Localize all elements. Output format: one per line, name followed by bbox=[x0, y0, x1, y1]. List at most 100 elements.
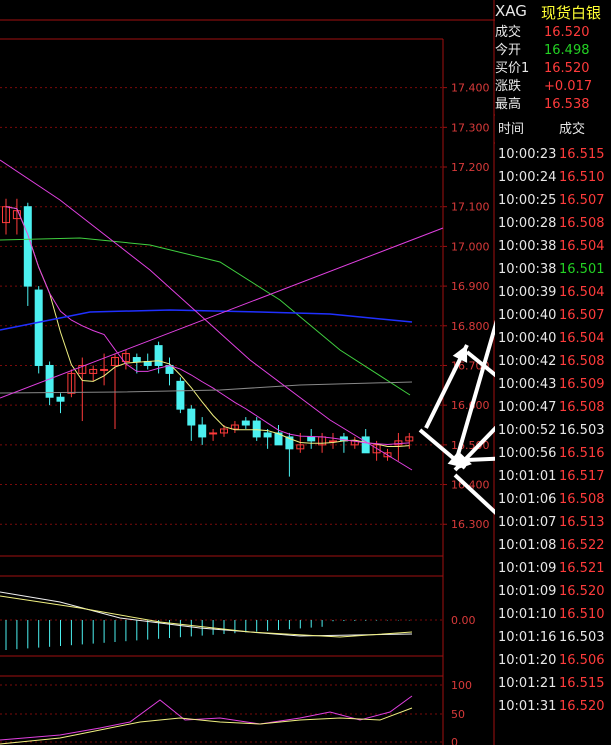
tick-row[interactable]: 10:01:09 16.521 bbox=[495, 557, 611, 580]
tick-time: 10:00:56 bbox=[498, 446, 557, 461]
quote-value: +0.017 bbox=[544, 79, 593, 94]
tick-price: 16.503 bbox=[559, 423, 605, 438]
tick-time: 10:01:09 bbox=[498, 561, 557, 576]
tick-time: 10:00:38 bbox=[498, 239, 557, 254]
tick-row[interactable]: 10:00:56 16.516 bbox=[495, 442, 611, 465]
tick-row[interactable]: 10:00:39 16.504 bbox=[495, 281, 611, 304]
tick-time: 10:00:23 bbox=[498, 147, 557, 162]
quote-row: 买价1 16.520 bbox=[495, 60, 611, 78]
tick-time: 10:00:25 bbox=[498, 193, 557, 208]
trend-up-line bbox=[0, 227, 444, 399]
candle-body bbox=[361, 436, 370, 454]
tick-price: 16.513 bbox=[559, 515, 605, 530]
tick-price: 16.504 bbox=[559, 239, 605, 254]
kline-chart: 17.400 17.300 17.200 17.100 17.000 16.900 16.8… bbox=[0, 0, 495, 745]
tick-row[interactable]: 10:01:21 16.515 bbox=[495, 672, 611, 695]
tick-row[interactable]: 10:00:38 16.504 bbox=[495, 235, 611, 258]
tick-price: 16.520 bbox=[559, 699, 605, 714]
tick-time: 10:00:28 bbox=[498, 216, 557, 231]
symbol-name: 现货白银 bbox=[541, 4, 602, 22]
tick-row[interactable]: 10:00:23 16.515 bbox=[495, 143, 611, 166]
rsi-tick-label: 50 bbox=[451, 708, 465, 721]
price-tick-label: 16.800 bbox=[451, 320, 490, 333]
quote-screen: { "header": {"symbol": "XAG", "name": "现… bbox=[0, 0, 611, 745]
candle-body bbox=[132, 357, 141, 363]
tick-row[interactable]: 10:01:01 16.517 bbox=[495, 465, 611, 488]
tick-time: 10:00:39 bbox=[498, 285, 557, 300]
tick-time: 10:00:52 bbox=[498, 423, 557, 438]
tick-time: 10:01:31 bbox=[498, 699, 557, 714]
candle-body bbox=[198, 424, 207, 438]
tick-time: 10:01:07 bbox=[498, 515, 557, 530]
tick-list[interactable]: 10:00:23 16.515 10:00:24 16.510 10:00:25 16.5… bbox=[495, 143, 611, 745]
quote-label: 成交 bbox=[495, 25, 522, 40]
tick-price: 16.515 bbox=[559, 147, 605, 162]
tick-row[interactable]: 10:01:08 16.522 bbox=[495, 534, 611, 557]
tick-price: 16.509 bbox=[559, 377, 605, 392]
quote-row: 涨跌 +0.017 bbox=[495, 78, 611, 96]
tick-time: 10:00:40 bbox=[498, 331, 557, 346]
tick-row[interactable]: 10:00:28 16.508 bbox=[495, 212, 611, 235]
tick-row[interactable]: 10:01:09 16.520 bbox=[495, 580, 611, 603]
candle-body bbox=[23, 206, 32, 287]
candle-body bbox=[187, 408, 196, 426]
tick-row[interactable]: 10:00:25 16.507 bbox=[495, 189, 611, 212]
tick-price: 16.517 bbox=[559, 469, 605, 484]
tick-row[interactable]: 10:00:40 16.504 bbox=[495, 327, 611, 350]
tick-row[interactable]: 10:00:24 16.510 bbox=[495, 166, 611, 189]
tick-price: 16.501 bbox=[559, 262, 605, 277]
tick-price: 16.520 bbox=[559, 584, 605, 599]
tick-time: 10:01:21 bbox=[498, 676, 557, 691]
tick-price: 16.508 bbox=[559, 492, 605, 507]
ticks-header: 时间 成交 bbox=[495, 115, 611, 145]
tick-row[interactable]: 10:01:16 16.503 bbox=[495, 626, 611, 649]
tick-time: 10:01:20 bbox=[498, 653, 557, 668]
candle-body bbox=[252, 420, 261, 438]
tick-time: 10:00:24 bbox=[498, 170, 557, 185]
candle-body bbox=[263, 432, 272, 438]
tick-price: 16.506 bbox=[559, 653, 605, 668]
tick-time: 10:01:09 bbox=[498, 584, 557, 599]
tick-row[interactable]: 10:01:20 16.506 bbox=[495, 649, 611, 672]
symbol-code: XAG bbox=[495, 2, 527, 20]
price-tick-label: 17.200 bbox=[451, 161, 490, 174]
quote-value: 16.520 bbox=[544, 61, 590, 76]
tick-row[interactable]: 10:01:10 16.510 bbox=[495, 603, 611, 626]
tick-row[interactable]: 10:00:42 16.508 bbox=[495, 350, 611, 373]
price-tick-label: 17.300 bbox=[451, 121, 490, 134]
candle-body bbox=[34, 289, 43, 366]
tick-row[interactable]: 10:00:43 16.509 bbox=[495, 373, 611, 396]
price-tick-label: 16.300 bbox=[451, 518, 490, 531]
rsi-tick-label: 100 bbox=[451, 679, 472, 692]
price-tick-label: 16.900 bbox=[451, 280, 490, 293]
candle-body bbox=[56, 396, 65, 402]
tick-time: 10:01:06 bbox=[498, 492, 557, 507]
quote-label: 今开 bbox=[495, 43, 522, 58]
ticks-price-header: 成交 bbox=[559, 122, 586, 137]
quote-value: 16.498 bbox=[544, 43, 590, 58]
tick-time: 10:01:16 bbox=[498, 630, 557, 645]
tick-row[interactable]: 10:00:40 16.507 bbox=[495, 304, 611, 327]
macd-dif-line bbox=[0, 591, 413, 637]
quote-label: 涨跌 bbox=[495, 79, 522, 94]
tick-price: 16.508 bbox=[559, 354, 605, 369]
price-tick-label: 17.000 bbox=[451, 240, 490, 253]
tick-time: 10:00:40 bbox=[498, 308, 557, 323]
tick-price: 16.521 bbox=[559, 561, 605, 576]
tick-row[interactable]: 10:01:06 16.508 bbox=[495, 488, 611, 511]
tick-price: 16.516 bbox=[559, 446, 605, 461]
tick-time: 10:01:08 bbox=[498, 538, 557, 553]
quote-value: 16.538 bbox=[544, 97, 590, 112]
tick-price: 16.504 bbox=[559, 331, 605, 346]
quote-row: 成交 16.520 bbox=[495, 24, 611, 42]
tick-price: 16.504 bbox=[559, 285, 605, 300]
tick-row[interactable]: 10:00:52 16.503 bbox=[495, 419, 611, 442]
tick-time: 10:00:42 bbox=[498, 354, 557, 369]
candle-body bbox=[209, 432, 218, 435]
tick-row[interactable]: 10:01:07 16.513 bbox=[495, 511, 611, 534]
tick-price: 16.508 bbox=[559, 400, 605, 415]
tick-row[interactable]: 10:01:31 16.520 bbox=[495, 695, 611, 718]
tick-time: 10:00:43 bbox=[498, 377, 557, 392]
tick-row[interactable]: 10:00:38 16.501 bbox=[495, 258, 611, 281]
tick-row[interactable]: 10:00:47 16.508 bbox=[495, 396, 611, 419]
